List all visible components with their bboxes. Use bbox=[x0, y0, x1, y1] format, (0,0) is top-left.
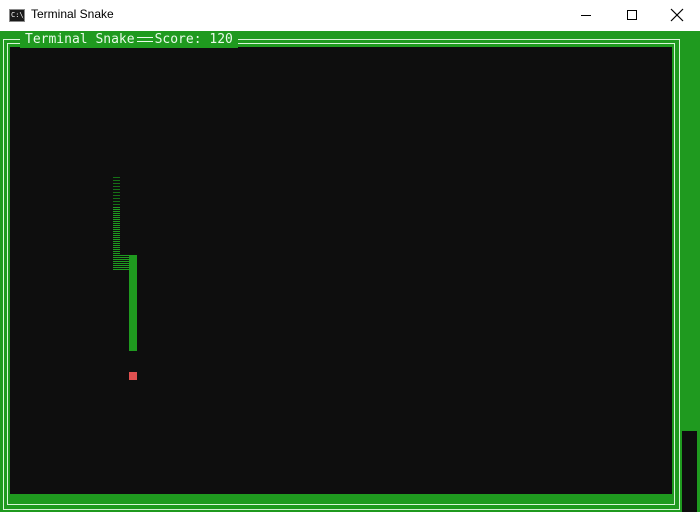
close-button[interactable] bbox=[654, 0, 700, 31]
title-bar[interactable]: C:\_ Terminal Snake bbox=[0, 0, 700, 32]
terminal-window: C:\_ Terminal Snake Terminal Snake Score:… bbox=[0, 0, 700, 512]
minimize-icon bbox=[581, 15, 591, 16]
game-header: Terminal Snake Score: 120 bbox=[20, 32, 238, 48]
snake-tail-faded bbox=[113, 177, 120, 207]
snake-body-corner bbox=[120, 255, 129, 271]
scrollbar-thumb[interactable] bbox=[682, 431, 697, 512]
terminal-client-area: Terminal Snake Score: 120 bbox=[0, 31, 700, 512]
header-separator bbox=[136, 37, 153, 42]
terminal-app-icon[interactable]: C:\_ bbox=[9, 9, 25, 22]
close-icon bbox=[670, 8, 684, 22]
minimize-button[interactable] bbox=[563, 0, 609, 31]
game-board bbox=[10, 47, 672, 494]
window-title: Terminal Snake bbox=[31, 7, 114, 21]
score-display: Score: 120 bbox=[154, 32, 233, 47]
game-title: Terminal Snake bbox=[25, 32, 135, 47]
maximize-button[interactable] bbox=[609, 0, 655, 31]
maximize-icon bbox=[627, 10, 637, 20]
snake-head-segment bbox=[129, 255, 137, 351]
snake-body-vertical bbox=[113, 207, 120, 271]
food-pellet bbox=[129, 372, 137, 380]
